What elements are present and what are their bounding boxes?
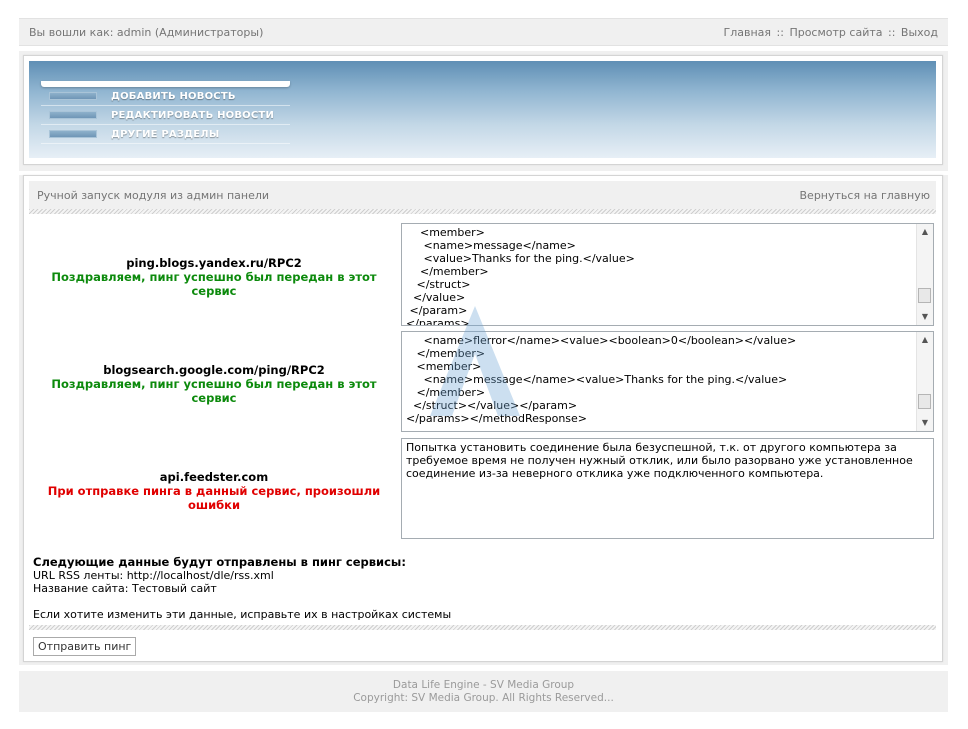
menu-bullet-icon: [49, 92, 97, 100]
footer-copyright: Copyright: SV Media Group. All Rights Re…: [353, 692, 614, 704]
header-inner: ДОБАВИТЬ НОВОСТЬ РЕДАКТИРОВАТЬ НОВОСТИ Д…: [23, 55, 943, 165]
menu-item-label: ДРУГИЕ РАЗДЕЛЫ: [111, 128, 220, 140]
admin-menu: ДОБАВИТЬ НОВОСТЬ РЕДАКТИРОВАТЬ НОВОСТИ Д…: [41, 81, 290, 147]
service-info: api.feedster.com При отправке пинга в да…: [29, 470, 399, 512]
service-name: ping.blogs.yandex.ru/RPC2: [126, 256, 302, 270]
top-bar: Вы вошли как: admin (Администраторы) Гла…: [19, 18, 948, 46]
ping-info: Следующие данные будут отправлены в пинг…: [33, 555, 452, 622]
footer: Data Life Engine - SV Media Group Copyri…: [19, 671, 948, 712]
scroll-up-icon[interactable]: ▲: [917, 333, 933, 347]
service-response-box[interactable]: Попытка установить соединение была безус…: [401, 438, 934, 539]
menu-bullet-icon: [49, 130, 97, 138]
menu-item-other-sections[interactable]: ДРУГИЕ РАЗДЕЛЫ: [41, 125, 290, 144]
service-response-box[interactable]: <member> <name>message</name> <value>Tha…: [401, 223, 934, 326]
service-response: Попытка установить соединение была безус…: [406, 441, 917, 480]
service-status: При отправке пинга в данный сервис, прои…: [47, 484, 381, 512]
scroll-up-icon[interactable]: ▲: [917, 225, 933, 239]
menu-item-add-news[interactable]: ДОБАВИТЬ НОВОСТЬ: [41, 87, 290, 106]
service-name: blogsearch.google.com/ping/RPC2: [103, 363, 325, 377]
service-info: blogsearch.google.com/ping/RPC2 Поздравл…: [29, 363, 399, 405]
main-panel: Ручной запуск модуля из админ панели Вер…: [19, 175, 948, 665]
scroll-thumb[interactable]: [918, 394, 931, 409]
divider: [29, 209, 936, 214]
menu-item-label: РЕДАКТИРОВАТЬ НОВОСТИ: [111, 109, 275, 121]
service-row: blogsearch.google.com/ping/RPC2 Поздравл…: [29, 331, 936, 432]
send-ping-button[interactable]: Отправить пинг: [33, 637, 137, 656]
service-status: Поздравляем, пинг успешно был передан в …: [51, 377, 377, 405]
scroll-down-icon[interactable]: ▼: [917, 416, 933, 430]
page-title: Ручной запуск модуля из админ панели: [37, 188, 270, 202]
section-header: Ручной запуск модуля из админ панели Вер…: [29, 181, 936, 209]
logout-link[interactable]: Выход: [901, 26, 938, 39]
service-row: api.feedster.com При отправке пинга в да…: [29, 438, 936, 539]
scroll-thumb[interactable]: [918, 288, 931, 303]
info-heading: Следующие данные будут отправлены в пинг…: [33, 555, 406, 569]
header-banner: ДОБАВИТЬ НОВОСТЬ РЕДАКТИРОВАТЬ НОВОСТИ Д…: [29, 61, 936, 158]
footer-product: Data Life Engine - SV Media Group: [392, 679, 575, 691]
service-response: <name>flerror</name><value><boolean>0</b…: [406, 334, 797, 425]
separator: ::: [776, 25, 784, 39]
header-panel: ДОБАВИТЬ НОВОСТЬ РЕДАКТИРОВАТЬ НОВОСТИ Д…: [19, 51, 948, 171]
scrollbar[interactable]: ▲ ▼: [916, 332, 933, 431]
service-response: <member> <name>message</name> <value>Tha…: [406, 226, 635, 326]
home-link[interactable]: Главная: [724, 26, 772, 39]
menu-item-label: ДОБАВИТЬ НОВОСТЬ: [111, 90, 236, 102]
back-home-link[interactable]: Вернуться на главную: [800, 189, 930, 202]
service-name: api.feedster.com: [159, 470, 269, 484]
service-row: ping.blogs.yandex.ru/RPC2 Поздравляем, п…: [29, 223, 936, 326]
divider: [29, 625, 936, 630]
scroll-down-icon[interactable]: ▼: [917, 310, 933, 324]
service-info: ping.blogs.yandex.ru/RPC2 Поздравляем, п…: [29, 256, 399, 298]
view-site-link[interactable]: Просмотр сайта: [789, 26, 882, 39]
site-name-line: Название сайта: Тестовый сайт: [33, 582, 217, 595]
login-status: Вы вошли как: admin (Администраторы): [29, 25, 264, 39]
menu-bullet-icon: [49, 111, 97, 119]
top-nav: Главная :: Просмотр сайта :: Выход: [724, 26, 938, 39]
rss-url-line: URL RSS ленты: http://localhost/dle/rss.…: [33, 569, 274, 582]
service-response-box[interactable]: <name>flerror</name><value><boolean>0</b…: [401, 331, 934, 432]
service-status: Поздравляем, пинг успешно был передан в …: [51, 270, 377, 298]
main-inner: Ручной запуск модуля из админ панели Вер…: [23, 175, 943, 662]
settings-note: Если хотите изменить эти данные, исправь…: [33, 608, 452, 621]
menu-item-edit-news[interactable]: РЕДАКТИРОВАТЬ НОВОСТИ: [41, 106, 290, 125]
separator: ::: [888, 25, 896, 39]
scrollbar[interactable]: ▲ ▼: [916, 224, 933, 325]
